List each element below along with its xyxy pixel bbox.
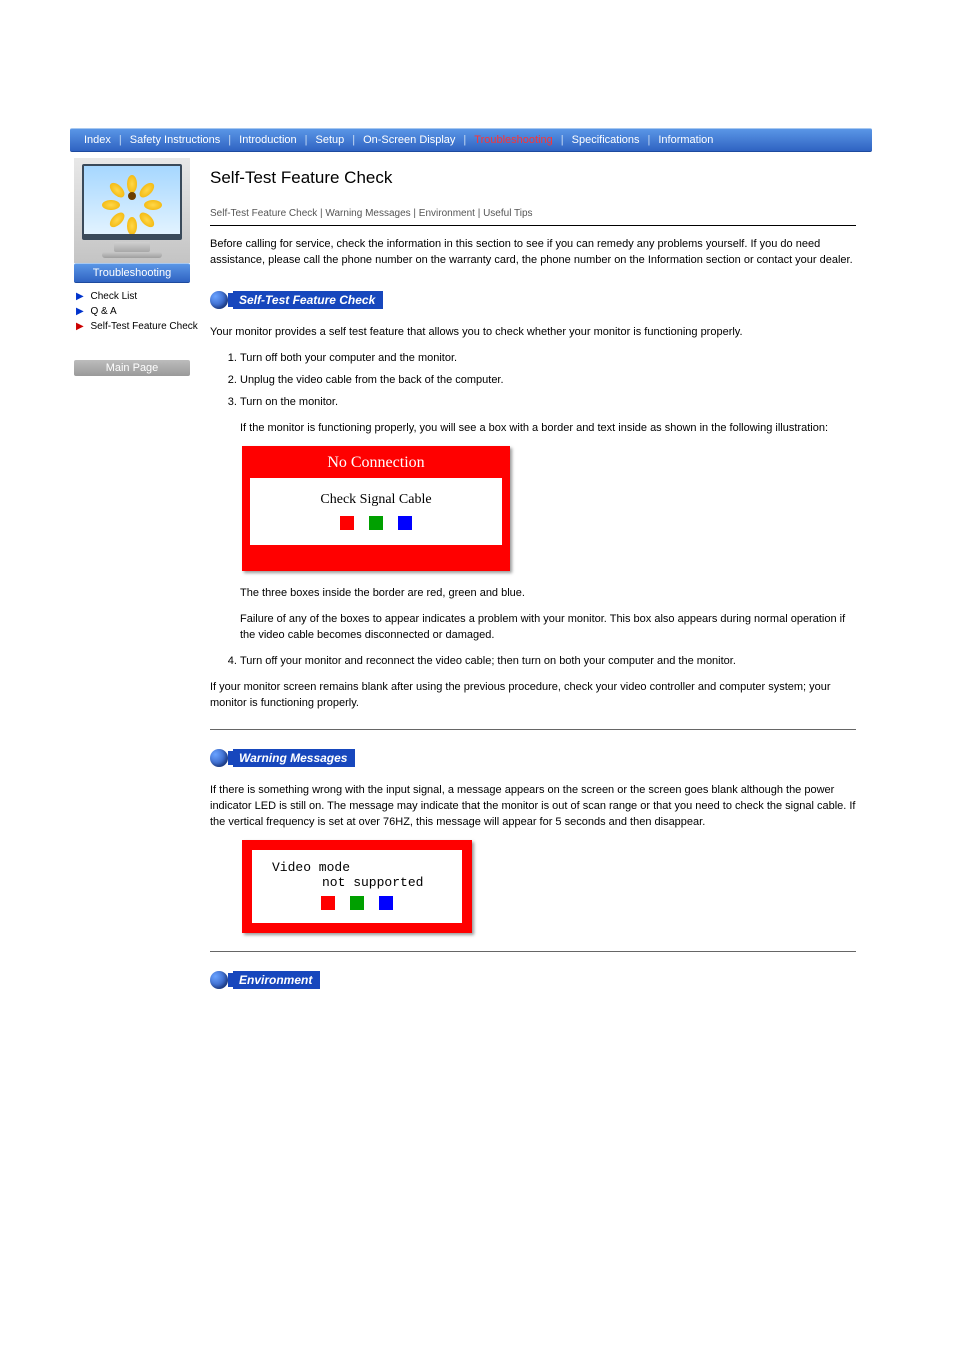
figure-title: No Connection <box>250 454 502 478</box>
intro-note: Before calling for service, check the in… <box>210 226 856 280</box>
paragraph: If the monitor is functioning properly, … <box>210 420 856 436</box>
figure-line1: Video mode <box>252 860 462 875</box>
nav-sep: | <box>646 134 653 146</box>
heading-environment: Environment <box>210 970 320 990</box>
sidebar-item-label: Q & A <box>90 306 116 317</box>
monitor-illustration <box>74 158 190 263</box>
nav-sep: | <box>350 134 357 146</box>
bullet-icon <box>210 971 228 989</box>
nav-introduction[interactable]: Introduction <box>233 134 302 146</box>
paragraph: Failure of any of the boxes to appear in… <box>210 611 856 643</box>
heading-selftest: Self-Test Feature Check <box>210 290 383 310</box>
nav-index[interactable]: Index <box>78 134 117 146</box>
step: Unplug the video cable from the back of … <box>240 372 856 388</box>
main-page-button[interactable]: Main Page <box>74 360 190 376</box>
red-square-icon <box>340 516 354 530</box>
sidebar-item-label: Check List <box>90 291 137 302</box>
nav-sep: | <box>303 134 310 146</box>
figure-message: Check Signal Cable <box>250 492 502 508</box>
paragraph: The three boxes inside the border are re… <box>210 585 856 601</box>
top-nav: Index | Safety Instructions | Introducti… <box>70 128 872 152</box>
blue-square-icon <box>379 896 393 910</box>
selftest-steps-cont: Turn off your monitor and reconnect the … <box>210 653 856 669</box>
nav-sep: | <box>559 134 566 146</box>
rgb-squares <box>250 516 502 533</box>
selftest-steps: Turn off both your computer and the moni… <box>210 350 856 410</box>
sidebar-item-checklist[interactable]: ▶ Check List <box>76 289 210 304</box>
triangle-icon: ▶ <box>76 306 84 317</box>
sidebar-item-selftest[interactable]: ▶ Self-Test Feature Check <box>76 319 210 334</box>
figure-line2: not supported <box>252 875 462 890</box>
heading-label: Environment <box>233 971 320 989</box>
page-title: Self-Test Feature Check <box>210 168 392 188</box>
nav-sep: | <box>226 134 233 146</box>
flower-icon <box>112 176 152 216</box>
nav-specifications[interactable]: Specifications <box>566 134 646 146</box>
triangle-icon: ▶ <box>76 321 84 332</box>
step: Turn on the monitor. <box>240 394 856 410</box>
nav-safety[interactable]: Safety Instructions <box>124 134 227 146</box>
sidebar-section-label: Troubleshooting <box>74 263 190 283</box>
sidebar-item-label: Self-Test Feature Check <box>90 321 197 332</box>
triangle-icon: ▶ <box>76 291 84 302</box>
bullet-icon <box>210 291 228 309</box>
rgb-squares <box>252 896 462 913</box>
red-square-icon <box>321 896 335 910</box>
paragraph: Your monitor provides a self test featur… <box>210 324 856 340</box>
nav-troubleshooting[interactable]: Troubleshooting <box>468 134 558 146</box>
divider <box>210 951 856 952</box>
green-square-icon <box>369 516 383 530</box>
green-square-icon <box>350 896 364 910</box>
nav-sep: | <box>117 134 124 146</box>
heading-label: Warning Messages <box>233 749 355 767</box>
blue-square-icon <box>398 516 412 530</box>
sidebar-item-qa[interactable]: ▶ Q & A <box>76 304 210 319</box>
sub-nav-crumbs: Self-Test Feature Check | Warning Messag… <box>210 190 856 225</box>
heading-warning: Warning Messages <box>210 748 355 768</box>
divider <box>210 729 856 730</box>
paragraph: If there is something wrong with the inp… <box>210 782 856 830</box>
step: Turn off your monitor and reconnect the … <box>240 653 856 669</box>
step: Turn off both your computer and the moni… <box>240 350 856 366</box>
nav-setup[interactable]: Setup <box>309 134 350 146</box>
video-mode-figure: Video mode not supported <box>242 840 472 933</box>
nav-sep: | <box>461 134 468 146</box>
heading-label: Self-Test Feature Check <box>233 291 383 309</box>
bullet-icon <box>210 749 228 767</box>
nav-osd[interactable]: On-Screen Display <box>357 134 461 146</box>
nav-information[interactable]: Information <box>652 134 719 146</box>
no-connection-figure: No Connection Check Signal Cable <box>242 446 510 571</box>
paragraph: If your monitor screen remains blank aft… <box>210 679 856 711</box>
